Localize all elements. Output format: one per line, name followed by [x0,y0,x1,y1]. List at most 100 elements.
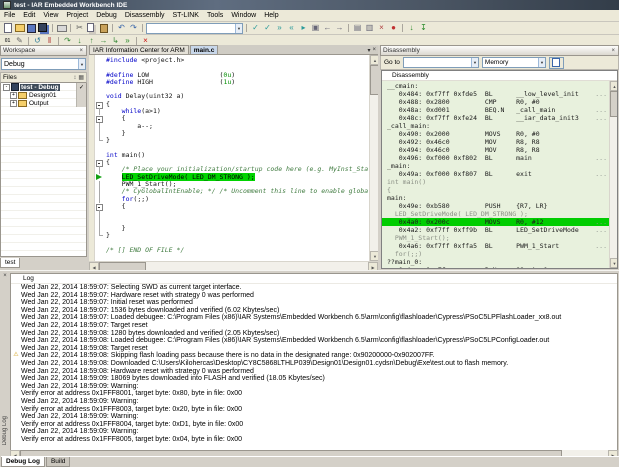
expand-icon[interactable]: + [10,92,17,99]
redo-icon[interactable]: ↷ [128,23,139,33]
editor-tab-main-c[interactable]: main.c [190,45,219,54]
active-check-cell [76,99,86,107]
code-coverage-button[interactable] [549,57,564,69]
current-statement-arrow-icon[interactable] [95,174,106,181]
view-mode-combobox[interactable]: Memory ▼ [482,57,546,68]
code-line [95,218,369,225]
fold-marker[interactable] [95,115,106,122]
menu-item-project[interactable]: Project [62,12,92,19]
chevron-down-icon[interactable]: ▾ [367,47,370,54]
copy-icon[interactable] [86,23,97,33]
navigate-forward-icon[interactable]: → [334,23,345,33]
cut-icon[interactable]: ✂ [74,23,85,33]
scroll-down-icon[interactable]: ▼ [370,251,378,261]
fold-marker[interactable] [95,101,106,108]
undo-icon[interactable]: ↶ [116,23,127,33]
download-and-debug-icon[interactable]: ↓ [406,23,417,33]
menu-item-window[interactable]: Window [227,12,260,19]
open-file-icon[interactable] [14,23,25,33]
tree-item-output[interactable]: +Output [1,99,86,107]
disassembly-listing[interactable]: __cmain: 0x484: 0xf7ff 0xfde5 BL __low_l… [382,81,609,268]
gutter [95,152,106,159]
chevron-down-icon[interactable]: ▼ [235,24,242,33]
scroll-thumb[interactable] [610,91,617,117]
tree-item-test-debug[interactable]: -test - Debug✓ [1,83,86,91]
toolbar-separator [58,37,59,45]
disassembly-vertical-scrollbar[interactable]: ▲ ▼ [609,81,617,268]
menu-item-disassembly[interactable]: Disassembly [121,12,169,19]
menu-item-help[interactable]: Help [260,12,282,19]
code-text: int main() [106,152,145,159]
tree-item-label: Design01 [28,92,57,99]
sort-icon[interactable]: ↕ [73,75,76,81]
workspace-tab-test[interactable]: test [0,258,20,268]
log-close-icon[interactable]: × [2,273,8,279]
scroll-up-icon[interactable]: ▲ [370,55,378,65]
save-icon[interactable] [26,23,37,33]
chevron-down-icon[interactable]: ▼ [538,58,545,67]
title-bar[interactable]: test - IAR Embedded Workbench IDE [0,0,619,10]
menu-item-tools[interactable]: Tools [203,12,227,19]
editor-horizontal-scrollbar[interactable]: ◀ ▶ [89,261,378,270]
menu-item-debug[interactable]: Debug [92,12,121,19]
workspace-close-icon[interactable]: × [78,48,84,54]
scroll-thumb[interactable] [370,65,378,95]
replace-icon[interactable]: ✓ [262,23,273,33]
columns-icon[interactable]: ▦ [78,74,84,81]
chevron-down-icon[interactable]: ▼ [471,58,478,67]
chevron-down-icon[interactable]: ▼ [78,59,85,69]
goto-combobox[interactable]: ▼ [403,57,479,68]
log-body: Log Wed Jan 22, 2014 18:59:07: Selecting… [10,273,618,451]
disassembly-close-icon[interactable]: × [610,48,616,54]
editor-pane: IAR Information Center for ARMmain.c ▾× #… [89,45,380,270]
log-entry: Wed Jan 22, 2014 18:59:08: 1280 bytes do… [11,330,617,338]
goto-icon[interactable]: ▸ [298,23,309,33]
scroll-up-icon[interactable]: ▲ [610,81,617,91]
gutter [95,79,106,86]
log-tab-debug-log[interactable]: Debug Log [1,457,45,467]
find-next-icon[interactable]: » [274,23,285,33]
new-file-icon[interactable] [2,23,13,33]
collapse-icon[interactable]: - [3,84,10,91]
stop-build-icon[interactable]: × [376,23,387,33]
print-icon[interactable] [56,23,67,33]
disassembly-view-header: Disassembly [382,71,617,81]
quick-search-combobox[interactable]: ▼ [146,23,243,34]
log-entry-text: Wed Jan 22, 2014 18:59:09: Warning: [21,383,139,391]
code-text: #define HIGH (1u) [106,79,235,86]
toggle-bookmark-icon[interactable]: ▣ [310,23,321,33]
gutter [95,86,106,93]
scroll-down-icon[interactable]: ▼ [610,258,617,268]
fold-line [95,181,106,188]
editor-tab-iar-information-center-for-arm[interactable]: IAR Information Center for ARM [89,45,189,54]
files-header[interactable]: Files ↕ ▦ [0,72,87,83]
fold-end [95,137,106,144]
workspace-config-select[interactable]: Debug ▼ [1,58,86,70]
log-tab-build[interactable]: Build [46,457,70,467]
compile-icon[interactable]: ▤ [352,23,363,33]
make-icon[interactable]: ▥ [364,23,375,33]
debug-icon[interactable]: ● [388,23,399,33]
menu-item-st-link[interactable]: ST-LINK [169,12,203,19]
log-icon-slot [11,307,21,315]
fold-marker[interactable] [95,159,106,166]
code-area[interactable]: #include <project.h>#define LOW (0u)#def… [95,55,369,261]
log-entry-text: Verify error at address 0x1FFF8004, targ… [21,421,243,429]
menu-item-file[interactable]: File [0,12,19,19]
navigate-back-icon[interactable]: ← [322,23,333,33]
save-all-icon[interactable] [38,23,49,33]
fold-marker[interactable] [95,203,106,210]
find-icon[interactable]: ✓ [250,23,261,33]
log-entries[interactable]: Wed Jan 22, 2014 18:59:07: Selecting SWD… [11,284,617,443]
fold-line [95,123,106,130]
paste-icon[interactable] [98,23,109,33]
workspace-title-bar: Workspace × [0,45,87,56]
expand-icon[interactable]: + [10,100,17,107]
menu-item-view[interactable]: View [39,12,62,19]
tree-item-design01[interactable]: + Design01 [1,91,86,99]
editor-vertical-scrollbar[interactable]: ▲ ▼ [369,55,378,261]
close-icon[interactable]: × [372,47,376,54]
debug-without-download-icon[interactable]: ↧ [418,23,429,33]
menu-item-edit[interactable]: Edit [19,12,39,19]
find-prev-icon[interactable]: « [286,23,297,33]
